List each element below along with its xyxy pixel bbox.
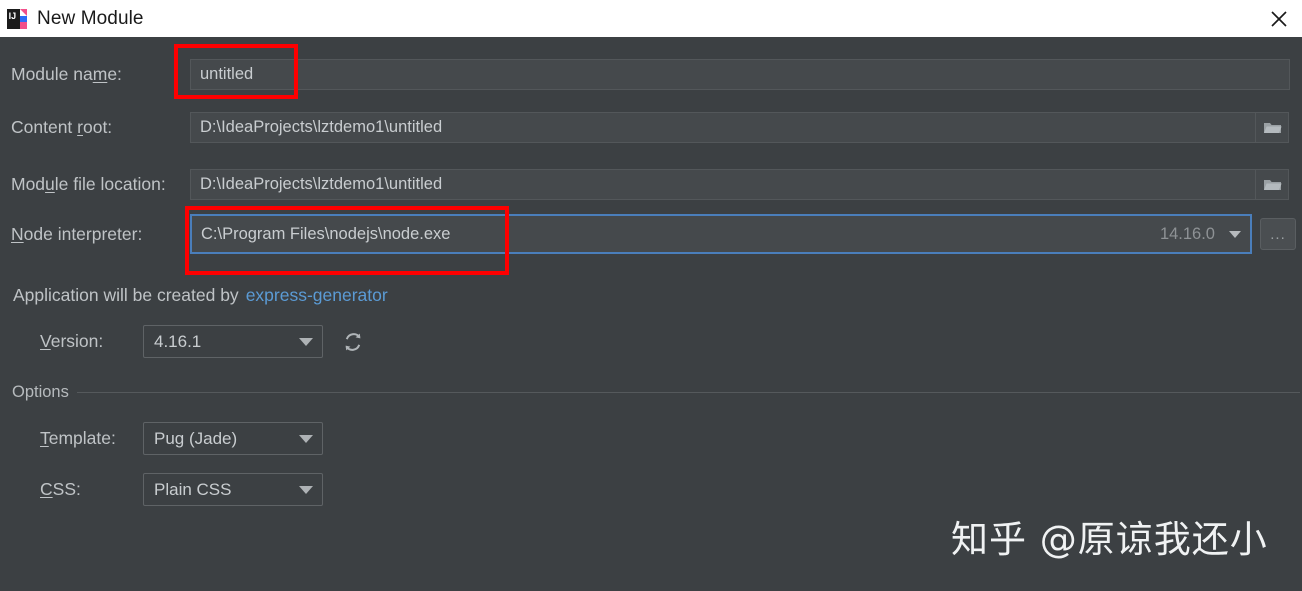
content-root-row: Content root: D:\IdeaProjects\lztdemo1\u…: [0, 110, 1302, 144]
template-select[interactable]: Pug (Jade): [143, 422, 323, 455]
template-label: Template:: [40, 428, 116, 448]
node-interpreter-row: Node interpreter: C:\Program Files\nodej…: [0, 214, 1302, 254]
node-interpreter-label: Node interpreter:: [11, 223, 143, 244]
module-name-label: Module name:: [11, 63, 122, 84]
css-select-value: Plain CSS: [154, 479, 232, 499]
chevron-down-icon: [299, 337, 313, 346]
options-separator: [76, 391, 1300, 393]
chevron-down-icon[interactable]: [1229, 230, 1241, 238]
module-name-row: Module name: untitled: [0, 57, 1302, 91]
new-module-dialog: IJ New Module Module name: untitled Cont…: [0, 0, 1302, 591]
node-interpreter-value: C:\Program Files\nodejs\node.exe: [201, 224, 451, 243]
module-file-location-input[interactable]: D:\IdeaProjects\lztdemo1\untitled: [190, 168, 1256, 200]
title-bar: IJ New Module: [0, 0, 1302, 37]
generator-hint-row: Application will be created by express-g…: [0, 282, 1302, 308]
version-refresh-button[interactable]: [342, 331, 364, 353]
content-root-value: D:\IdeaProjects\lztdemo1\untitled: [200, 117, 443, 136]
dialog-body: Module name: untitled Content root: D:\I…: [0, 37, 1302, 591]
chevron-down-icon: [299, 485, 313, 494]
css-row: CSS: Plain CSS: [0, 473, 1302, 506]
version-select-value: 4.16.1: [154, 331, 202, 351]
version-select[interactable]: 4.16.1: [143, 325, 323, 358]
node-interpreter-more-label: ...: [1270, 225, 1286, 243]
watermark-text: 知乎 @原谅我还小: [951, 518, 1268, 561]
version-row: Version: 4.16.1: [0, 325, 1302, 358]
version-label: Version:: [40, 331, 104, 351]
node-interpreter-more-button[interactable]: ...: [1260, 218, 1296, 250]
window-title: New Module: [37, 7, 144, 29]
module-file-location-label: Module file location:: [11, 173, 166, 194]
refresh-icon: [345, 332, 361, 351]
module-name-input[interactable]: untitled: [190, 58, 1290, 90]
svg-text:IJ: IJ: [9, 11, 17, 21]
css-select[interactable]: Plain CSS: [143, 473, 323, 506]
module-name-value: untitled: [200, 64, 254, 83]
generator-hint-text: Application will be created by: [13, 284, 239, 305]
close-icon: [1271, 10, 1287, 27]
template-select-value: Pug (Jade): [154, 428, 238, 448]
module-file-location-value: D:\IdeaProjects\lztdemo1\untitled: [200, 174, 443, 193]
module-file-location-browse-button[interactable]: [1255, 168, 1289, 200]
options-section-title: Options: [12, 382, 69, 401]
template-row: Template: Pug (Jade): [0, 422, 1302, 455]
node-version-label: 14.16.0: [1159, 224, 1215, 243]
intellij-idea-icon: IJ: [6, 8, 28, 30]
content-root-label: Content root:: [11, 116, 113, 137]
close-button[interactable]: [1256, 0, 1302, 37]
css-label: CSS:: [40, 479, 81, 499]
folder-icon: [1263, 122, 1282, 133]
folder-icon: [1263, 179, 1282, 190]
express-generator-link[interactable]: express-generator: [246, 285, 388, 306]
module-file-location-row: Module file location: D:\IdeaProjects\lz…: [0, 167, 1302, 201]
chevron-down-icon: [299, 434, 313, 443]
node-interpreter-input[interactable]: C:\Program Files\nodejs\node.exe 14.16.0: [190, 214, 1252, 254]
options-section-header: Options: [0, 380, 1302, 404]
content-root-input[interactable]: D:\IdeaProjects\lztdemo1\untitled: [190, 111, 1256, 143]
content-root-browse-button[interactable]: [1255, 111, 1289, 143]
